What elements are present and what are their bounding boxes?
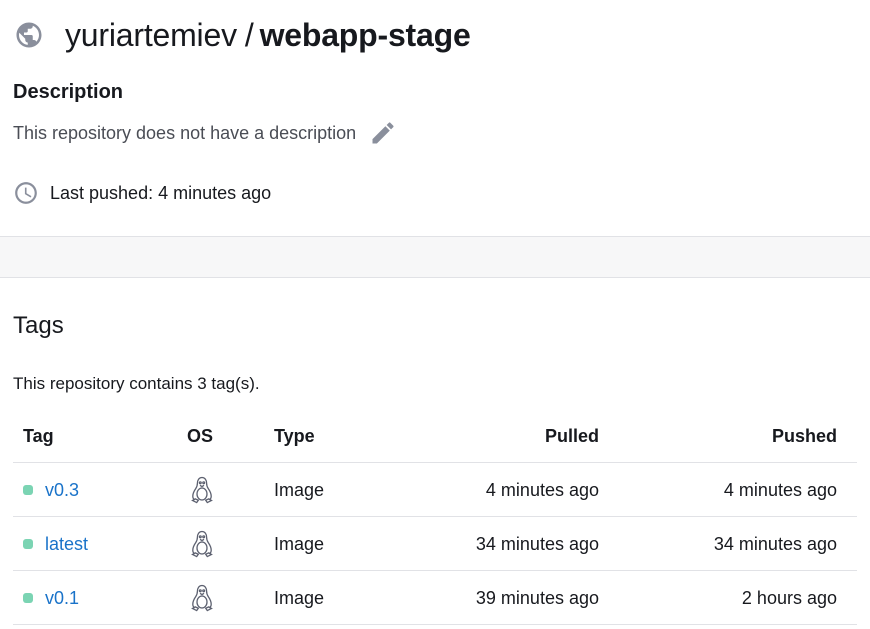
column-header-os: OS xyxy=(187,425,214,446)
column-header-pushed[interactable]: Pushed xyxy=(599,423,847,449)
column-header-pulled[interactable]: Pulled xyxy=(363,423,599,449)
clock-icon xyxy=(13,180,39,206)
pulled-cell: 34 minutes ago xyxy=(475,533,599,554)
table-row: latest Image 34 minutes ago 34 minutes a… xyxy=(13,517,857,571)
status-dot xyxy=(23,484,33,495)
column-header-tag[interactable]: Tag xyxy=(13,423,173,449)
tag-link[interactable]: latest xyxy=(45,531,88,557)
pushed-cell: 4 minutes ago xyxy=(723,479,837,500)
tags-table: Tag OS Type Pulled Pushed v0.3 Image 4 m… xyxy=(13,409,857,625)
table-row: v0.1 Image 39 minutes ago 2 hours ago xyxy=(13,571,857,625)
pulled-cell: 4 minutes ago xyxy=(485,479,599,500)
last-pushed-row: Last pushed: 4 minutes ago xyxy=(13,178,271,208)
type-cell: Image xyxy=(274,587,325,608)
path-separator: / xyxy=(244,17,254,53)
description-label: Description xyxy=(13,81,124,103)
section-divider-band xyxy=(0,236,870,278)
edit-description-button[interactable] xyxy=(368,118,398,148)
pushed-cell: 34 minutes ago xyxy=(713,533,837,554)
linux-icon xyxy=(187,529,217,559)
status-dot xyxy=(23,592,33,603)
type-cell: Image xyxy=(274,479,325,500)
tags-count-text: This repository contains 3 tag(s). xyxy=(13,374,260,393)
tag-link[interactable]: v0.3 xyxy=(45,477,79,503)
repo-owner[interactable]: yuriartemiev xyxy=(65,17,237,53)
table-row: v0.3 Image 4 minutes ago 4 minutes ago xyxy=(13,463,857,517)
last-pushed-text: Last pushed: 4 minutes ago xyxy=(50,183,272,203)
page-title: yuriartemiev / webapp-stage xyxy=(65,14,471,56)
status-dot xyxy=(23,538,33,549)
linux-icon xyxy=(187,475,217,505)
type-cell: Image xyxy=(274,533,325,554)
tag-link[interactable]: v0.1 xyxy=(45,585,79,611)
pencil-icon xyxy=(372,122,394,144)
repo-name: webapp-stage xyxy=(259,17,471,53)
pushed-cell: 2 hours ago xyxy=(741,587,837,608)
tags-heading: Tags xyxy=(13,312,64,339)
pulled-cell: 39 minutes ago xyxy=(475,587,599,608)
description-text: This repository does not have a descript… xyxy=(13,123,357,143)
globe-icon xyxy=(13,19,45,51)
table-header: Tag OS Type Pulled Pushed xyxy=(13,409,857,463)
description-row: This repository does not have a descript… xyxy=(13,118,398,148)
column-header-type: Type xyxy=(274,425,315,446)
linux-icon xyxy=(187,583,217,613)
repo-header: yuriartemiev / webapp-stage xyxy=(13,14,471,56)
